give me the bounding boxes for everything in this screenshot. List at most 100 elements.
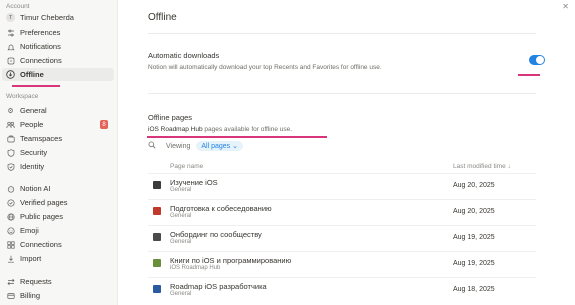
sidebar-item-label: General — [20, 106, 47, 115]
globe-icon — [6, 212, 15, 221]
sidebar-item-label: Preferences — [20, 28, 61, 37]
sidebar-item-requests[interactable]: Requests — [2, 275, 114, 288]
table-header: Page name Last modified time ↓ — [148, 163, 536, 173]
verified-icon — [6, 198, 15, 207]
book-icon — [153, 207, 161, 215]
settings-sidebar: Account T Timur Cheberda Preferences Not… — [0, 0, 118, 305]
section-divider — [148, 93, 536, 94]
sidebar-item-label: Billing — [20, 291, 41, 300]
sidebar-item-label: People — [20, 120, 44, 129]
avatar: T — [6, 13, 15, 22]
row-date: Aug 19, 2025 — [453, 234, 495, 241]
connections-icon — [6, 240, 15, 249]
all-pages-filter[interactable]: All pages ⌄ — [196, 141, 244, 151]
sidebar-item-identity[interactable]: Identity — [2, 160, 114, 173]
sidebar-item-label: Notifications — [20, 42, 61, 51]
offline-pages-desc-text: pages available for offline use. — [202, 126, 293, 133]
gear-icon: ⚙ — [7, 107, 14, 115]
offline-pages-description: iOS Roadmap Hub pages available for offl… — [148, 126, 292, 133]
row-location: General — [170, 187, 192, 193]
sidebar-item-public-pages[interactable]: Public pages — [2, 210, 114, 223]
row-date: Aug 18, 2025 — [453, 286, 495, 293]
automatic-downloads-title: Automatic downloads — [148, 51, 220, 60]
title-divider — [148, 33, 536, 34]
table-row[interactable]: Онбординг по сообществу General Aug 19, … — [148, 225, 536, 249]
offline-pages-title: Offline pages — [148, 113, 193, 122]
chevron-down-icon: ⌄ — [232, 143, 239, 150]
automatic-downloads-toggle[interactable] — [529, 55, 545, 65]
sidebar-item-general[interactable]: ⚙ General — [2, 104, 114, 117]
sidebar-item-label: Verified pages — [20, 198, 68, 207]
emoji-icon — [6, 226, 15, 235]
download-icon — [6, 70, 15, 79]
sidebar-item-security[interactable]: Security — [2, 146, 114, 159]
sidebar-item-label: Offline — [20, 70, 44, 79]
table-row[interactable]: Изучение iOS General Aug 20, 2025 — [148, 173, 536, 197]
sidebar-item-people[interactable]: People 8 — [2, 118, 114, 131]
sidebar-item-verified-pages[interactable]: Verified pages — [2, 196, 114, 209]
annotation-underline-toggle — [518, 74, 540, 76]
viewing-label: Viewing — [166, 142, 191, 150]
graduation-cap-icon — [153, 181, 161, 189]
row-title: Изучение iOS — [170, 178, 218, 187]
sidebar-item-label: Requests — [20, 277, 52, 286]
sidebar-item-label: Emoji — [20, 226, 39, 235]
account-heading: Account — [6, 3, 30, 10]
sidebar-item-notion-ai[interactable]: Notion AI — [2, 182, 114, 195]
bell-icon — [6, 42, 15, 51]
row-location: General — [170, 239, 192, 245]
sidebar-item-connections[interactable]: Connections — [2, 54, 114, 67]
requests-icon — [6, 277, 15, 286]
sidebar-item-label: Import — [20, 254, 42, 263]
workspace-name: iOS Roadmap Hub — [148, 126, 203, 133]
sidebar-user[interactable]: T Timur Cheberda — [2, 11, 114, 24]
column-last-modified[interactable]: Last modified time ↓ — [453, 163, 511, 170]
table-row[interactable]: Roadmap iOS разработчика General Aug 18,… — [148, 277, 536, 301]
row-title: Книги по iOS и программированию — [170, 256, 292, 265]
annotation-underline-offline-pages — [147, 136, 327, 138]
sidebar-item-label: Teamspaces — [20, 134, 63, 143]
close-icon[interactable]: ✕ — [562, 2, 569, 11]
row-title: Подготовка к собеседованию — [170, 204, 272, 213]
sidebar-item-billing[interactable]: Billing — [2, 289, 114, 302]
sidebar-item-label: Security — [20, 148, 48, 157]
sidebar-item-label: Connections — [20, 240, 62, 249]
people-icon — [6, 120, 15, 129]
row-location: General — [170, 213, 192, 219]
books-icon — [153, 259, 161, 267]
annotation-underline-offline — [12, 85, 60, 87]
sidebar-item-preferences[interactable]: Preferences — [2, 26, 114, 39]
column-page-name[interactable]: Page name — [170, 163, 203, 170]
workspace-heading: Workspace — [6, 93, 39, 100]
row-location: iOS Roadmap Hub — [170, 265, 221, 271]
sidebar-item-notifications[interactable]: Notifications — [2, 40, 114, 53]
sidebar-item-teamspaces[interactable]: Teamspaces — [2, 132, 114, 145]
identity-icon — [6, 162, 15, 171]
search-icon[interactable] — [148, 141, 156, 151]
sidebar-item-label: Identity — [20, 162, 45, 171]
page-title: Offline — [148, 12, 177, 23]
user-name: Timur Cheberda — [20, 13, 74, 22]
row-date: Aug 20, 2025 — [453, 182, 495, 189]
table-row[interactable]: Подготовка к собеседованию General Aug 2… — [148, 199, 536, 223]
sidebar-item-offline[interactable]: Offline — [2, 68, 114, 81]
table-row[interactable]: Книги по iOS и программированию iOS Road… — [148, 251, 536, 275]
community-icon — [153, 233, 161, 241]
row-location: General — [170, 291, 192, 297]
row-date: Aug 19, 2025 — [453, 260, 495, 267]
map-icon — [153, 285, 161, 293]
row-title: Roadmap iOS разработчика — [170, 282, 267, 291]
shield-icon — [6, 148, 15, 157]
sidebar-item-label: Public pages — [20, 212, 63, 221]
people-count-badge: 8 — [100, 120, 108, 129]
teamspaces-icon — [6, 134, 15, 143]
import-icon — [6, 254, 15, 263]
billing-icon — [6, 291, 15, 300]
notion-ai-icon — [6, 184, 15, 193]
filter-label: All pages — [201, 143, 231, 150]
sidebar-item-import[interactable]: Import — [2, 252, 114, 265]
row-date: Aug 20, 2025 — [453, 208, 495, 215]
sidebar-item-label: Notion AI — [20, 184, 51, 193]
sidebar-item-workspace-connections[interactable]: Connections — [2, 238, 114, 251]
sidebar-item-emoji[interactable]: Emoji — [2, 224, 114, 237]
